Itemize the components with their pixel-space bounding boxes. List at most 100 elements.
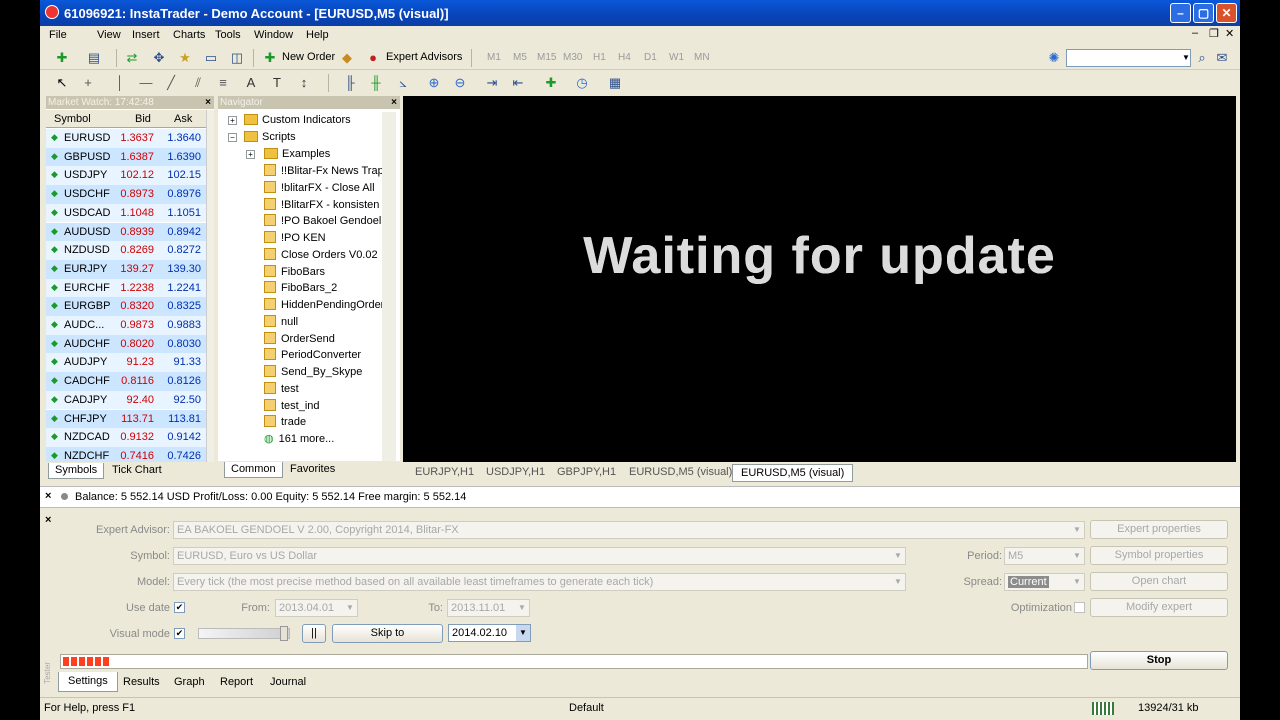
new-chart-icon[interactable]: ✚: [54, 50, 70, 66]
pause-button[interactable]: ||: [302, 624, 326, 643]
market-watch-row[interactable]: ◆ CHFJPY 113.71 113.81: [46, 409, 206, 429]
col-symbol[interactable]: Symbol: [54, 113, 91, 125]
market-watch-row[interactable]: ◆ NZDCAD 0.9132 0.9142: [46, 428, 206, 447]
profiles-icon[interactable]: ▤: [86, 50, 102, 66]
autoscroll-icon[interactable]: ⇥: [484, 75, 500, 91]
tree-script-item[interactable]: Close Orders V0.02: [264, 247, 378, 263]
tree-custom-indicators[interactable]: Custom Indicators: [244, 112, 351, 128]
tab-journal[interactable]: Journal: [270, 676, 306, 688]
market-watch-row[interactable]: ◆ NZDUSD 0.8269 0.8272: [46, 241, 206, 260]
close-button[interactable]: ✕: [1216, 3, 1237, 23]
skip-to-date[interactable]: 2014.02.10 ▼: [448, 624, 531, 642]
tree-script-item[interactable]: PeriodConverter: [264, 347, 361, 363]
col-ask[interactable]: Ask: [174, 113, 192, 125]
search-input[interactable]: [1066, 49, 1191, 67]
menu-view[interactable]: View: [97, 29, 121, 41]
expert-advisors-button[interactable]: Expert Advisors: [386, 51, 462, 63]
minimize-button[interactable]: –: [1170, 3, 1191, 23]
arrows-icon[interactable]: ↕: [296, 75, 312, 91]
tab-favorites[interactable]: Favorites: [284, 462, 341, 478]
new-order-icon[interactable]: ✚: [262, 50, 278, 66]
market-watch-row[interactable]: ◆ CADCHF 0.8116 0.8126: [46, 372, 206, 391]
market-watch-row[interactable]: ◆ EURUSD 1.3637 1.3640: [46, 129, 206, 148]
timeframe-w1[interactable]: W1: [669, 52, 684, 63]
crosshair-icon[interactable]: +: [80, 75, 96, 91]
timeframe-h4[interactable]: H4: [618, 52, 631, 63]
timeframe-d1[interactable]: D1: [644, 52, 657, 63]
tree-more[interactable]: ◍ 161 more...: [264, 431, 334, 447]
close-icon[interactable]: ×: [391, 96, 397, 109]
terminal-icon[interactable]: ▭: [203, 50, 219, 66]
cursor-icon[interactable]: ↖: [54, 75, 70, 91]
tree-script-item[interactable]: trade: [264, 414, 306, 430]
bar-chart-icon[interactable]: ╟: [342, 75, 358, 91]
tree-script-item[interactable]: FiboBars: [264, 264, 325, 280]
metaeditor-icon[interactable]: ◆: [339, 50, 355, 66]
tab-report[interactable]: Report: [220, 676, 253, 688]
chart-area[interactable]: Waiting for update: [403, 96, 1236, 462]
market-watch-row[interactable]: ◆ CADJPY 92.40 92.50: [46, 390, 206, 410]
maximize-button[interactable]: ▢: [1193, 3, 1214, 23]
chat-icon[interactable]: ✉: [1214, 50, 1230, 66]
chart-shift-icon[interactable]: ⇤: [510, 75, 526, 91]
close-icon[interactable]: ×: [45, 490, 51, 502]
tab-eurusd-m5-visual-1[interactable]: EURUSD,M5 (visual): [629, 466, 732, 478]
vertical-line-icon[interactable]: │: [112, 75, 128, 91]
to-date[interactable]: 2013.11.01 ▼: [447, 599, 530, 617]
tab-gbpjpy-h1[interactable]: GBPJPY,H1: [557, 466, 616, 478]
period-select[interactable]: M5 ▼: [1004, 547, 1085, 565]
fibonacci-icon[interactable]: ≡: [215, 75, 231, 91]
tab-settings[interactable]: Settings: [58, 672, 118, 692]
strategy-tester-icon[interactable]: ◫: [229, 50, 245, 66]
use-date-checkbox[interactable]: ✔: [174, 602, 185, 613]
zoom-in-icon[interactable]: ⊕: [426, 75, 442, 91]
tree-script-item[interactable]: Send_By_Skype: [264, 364, 362, 380]
tab-symbols[interactable]: Symbols: [48, 463, 105, 479]
tree-examples[interactable]: Examples: [264, 146, 330, 162]
close-icon[interactable]: ×: [45, 514, 51, 526]
channel-icon[interactable]: ⫽: [190, 75, 206, 91]
menu-window[interactable]: Window: [254, 29, 293, 41]
visual-mode-checkbox[interactable]: ✔: [174, 628, 185, 639]
tree-script-item[interactable]: !PO KEN: [264, 230, 326, 246]
symbol-properties-button[interactable]: Symbol properties: [1090, 546, 1228, 565]
modify-expert-button[interactable]: Modify expert: [1090, 598, 1228, 617]
zoom-out-icon[interactable]: ⊖: [452, 75, 468, 91]
timeframe-m15[interactable]: M15: [537, 52, 556, 63]
from-date[interactable]: 2013.04.01 ▼: [275, 599, 358, 617]
tree-script-item[interactable]: !BlitarFX - konsisten: [264, 197, 379, 213]
menu-charts[interactable]: Charts: [173, 29, 205, 41]
timeframe-m30[interactable]: M30: [563, 52, 582, 63]
model-select[interactable]: Every tick (the most precise method base…: [173, 573, 906, 591]
timeframe-h1[interactable]: H1: [593, 52, 606, 63]
market-watch-row[interactable]: ◆ EURCHF 1.2238 1.2241: [46, 278, 206, 298]
tree-script-item[interactable]: test_ind: [264, 398, 320, 414]
market-watch-row[interactable]: ◆ AUDJPY 91.23 91.33: [46, 353, 206, 373]
open-chart-button[interactable]: Open chart: [1090, 572, 1228, 591]
horizontal-line-icon[interactable]: —: [138, 75, 154, 91]
market-watch-row[interactable]: ◆ USDCAD 1.1048 1.1051: [46, 203, 206, 223]
market-watch-scrollbar[interactable]: [206, 110, 214, 462]
tree-script-item[interactable]: test: [264, 381, 299, 397]
expand-icon[interactable]: +: [228, 116, 237, 125]
tree-script-item[interactable]: null: [264, 314, 298, 330]
data-window-icon[interactable]: ✥: [151, 50, 167, 66]
skip-to-button[interactable]: Skip to: [332, 624, 443, 643]
timeframe-mn[interactable]: MN: [694, 52, 710, 63]
tree-script-item[interactable]: HiddenPendingOrder: [264, 297, 384, 313]
text-icon[interactable]: A: [243, 75, 259, 91]
periods-icon[interactable]: ◷: [574, 75, 590, 91]
line-chart-icon[interactable]: ⦣: [395, 75, 411, 91]
market-watch-row[interactable]: ◆ AUDCHF 0.8020 0.8030: [46, 334, 206, 354]
tree-script-item[interactable]: !PO Bakoel Gendoel: [264, 213, 381, 229]
market-watch-row[interactable]: ◆ AUDUSD 0.8939 0.8942: [46, 222, 206, 242]
tree-script-item[interactable]: !!Blitar-Fx News Trap: [264, 163, 384, 179]
slider-handle[interactable]: [280, 626, 288, 641]
symbol-select[interactable]: EURUSD, Euro vs US Dollar ▼: [173, 547, 906, 565]
new-order-button[interactable]: New Order: [282, 51, 335, 63]
timeframe-m1[interactable]: M1: [487, 52, 501, 63]
trendline-icon[interactable]: ╱: [163, 75, 179, 91]
optimization-checkbox[interactable]: [1074, 602, 1085, 613]
child-close-button[interactable]: ✕: [1225, 27, 1234, 40]
chevron-down-icon[interactable]: ▼: [1178, 50, 1194, 66]
